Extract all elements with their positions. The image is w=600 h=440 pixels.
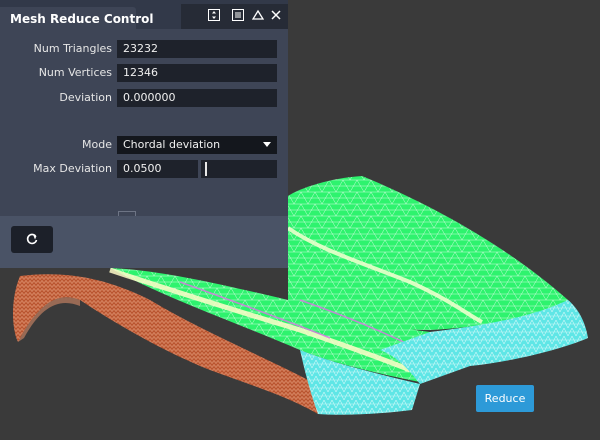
deviation-label: Deviation: [59, 91, 112, 104]
dropdown-arrow-icon: [263, 142, 271, 147]
num-vertices-field[interactable]: 12346: [117, 64, 277, 82]
max-deviation-field[interactable]: 0.0500: [117, 160, 198, 178]
slider-handle[interactable]: [205, 162, 207, 176]
reduce-button[interactable]: Reduce: [476, 385, 534, 412]
triangle-icon[interactable]: [252, 9, 264, 21]
num-triangles-field[interactable]: 23232: [117, 40, 277, 58]
panel-footer: [0, 216, 288, 268]
deviation-field[interactable]: 0.000000: [117, 89, 277, 107]
close-icon[interactable]: [270, 9, 282, 21]
title-controls: [181, 4, 288, 29]
reset-icon: [26, 233, 38, 245]
num-vertices-label: Num Vertices: [38, 66, 112, 79]
mode-value: Chordal deviation: [123, 138, 221, 151]
panel-title: Mesh Reduce Control: [10, 12, 154, 26]
max-deviation-slider[interactable]: [201, 160, 277, 178]
collapse-icon[interactable]: [208, 9, 220, 21]
reset-button[interactable]: [11, 226, 53, 253]
menu-icon[interactable]: [232, 9, 244, 21]
mesh-reduce-panel: Mesh Reduce Control Num Triangles 23232 …: [0, 0, 288, 268]
mode-select[interactable]: Chordal deviation: [117, 136, 277, 154]
max-deviation-label: Max Deviation: [33, 162, 112, 175]
mode-label: Mode: [82, 138, 112, 151]
panel-titlebar[interactable]: Mesh Reduce Control: [0, 0, 288, 29]
num-triangles-label: Num Triangles: [33, 42, 112, 55]
